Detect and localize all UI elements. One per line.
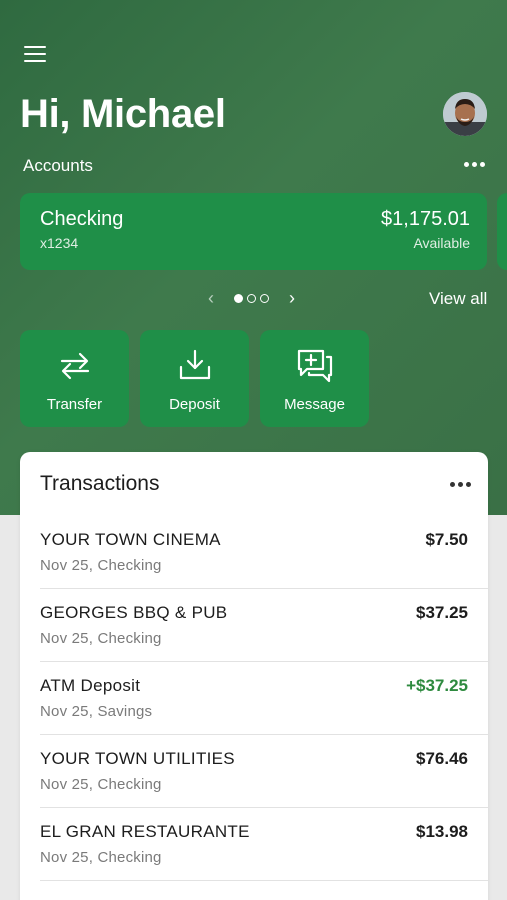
transaction-amount: $76.46 (416, 749, 468, 768)
transaction-name: GEORGES BBQ & PUB (40, 603, 228, 622)
account-card-next[interactable] (497, 193, 507, 270)
chevron-left-icon[interactable]: ‹ (204, 288, 218, 309)
account-name: Checking (40, 208, 124, 230)
account-number: x1234 (40, 235, 79, 251)
transaction-name: ATM Deposit (40, 676, 141, 695)
account-pager: ‹ › (204, 288, 299, 308)
transaction-row[interactable]: YOUR TOWN UTILITIES Nov 25, Checking $76… (20, 735, 488, 808)
transaction-name: YOUR TOWN CINEMA (40, 530, 221, 549)
transaction-row[interactable]: EL GRAN RESTAURANTE Nov 25, Checking $13… (20, 808, 488, 881)
row-divider (40, 880, 488, 881)
more-horizontal-icon[interactable] (464, 162, 485, 167)
transactions-title: Transactions (40, 472, 160, 495)
chevron-right-icon[interactable]: › (285, 288, 299, 309)
greeting-title: Hi, Michael (20, 92, 226, 136)
transaction-amount: $7.50 (425, 530, 468, 549)
download-tray-icon (179, 349, 210, 380)
transfer-label: Transfer (46, 396, 103, 413)
transaction-amount: $13.98 (416, 822, 468, 841)
transaction-amount: $37.25 (416, 603, 468, 622)
more-horizontal-icon[interactable] (450, 482, 471, 487)
view-all-link[interactable]: View all (429, 289, 487, 309)
account-card-checking[interactable]: Checking x1234 $1,175.01 Available (20, 193, 487, 270)
transaction-row[interactable]: YOUR TOWN CINEMA Nov 25, Checking $7.50 (20, 516, 488, 589)
transfer-arrows-icon (60, 352, 89, 380)
account-balance-label: Available (413, 235, 470, 251)
transaction-details: Nov 25, Checking (40, 630, 162, 647)
transaction-details: Nov 25, Savings (40, 703, 153, 720)
message-label: Message (284, 396, 345, 413)
transactions-card: Transactions YOUR TOWN CINEMA Nov 25, Ch… (20, 452, 488, 900)
message-button[interactable]: Message (260, 330, 369, 427)
hamburger-menu-icon[interactable] (24, 44, 46, 64)
accounts-label: Accounts (23, 156, 93, 175)
chat-plus-icon (297, 349, 332, 383)
pager-dot[interactable] (234, 293, 243, 303)
transaction-details: Nov 25, Checking (40, 849, 162, 866)
transaction-name: EL GRAN RESTAURANTE (40, 822, 250, 841)
account-balance: $1,175.01 (381, 208, 470, 230)
transfer-button[interactable]: Transfer (20, 330, 129, 427)
transaction-details: Nov 25, Checking (40, 776, 162, 793)
transaction-row[interactable]: GEORGES BBQ & PUB Nov 25, Checking $37.2… (20, 589, 488, 662)
deposit-button[interactable]: Deposit (140, 330, 249, 427)
transaction-amount: +$37.25 (406, 676, 468, 695)
transaction-details: Nov 25, Checking (40, 557, 162, 574)
pager-dot[interactable] (247, 293, 256, 303)
transaction-row[interactable]: ATM Deposit Nov 25, Savings +$37.25 (20, 662, 488, 735)
transaction-name: YOUR TOWN UTILITIES (40, 749, 235, 768)
user-avatar[interactable] (443, 92, 487, 136)
pager-dot[interactable] (260, 293, 269, 303)
deposit-label: Deposit (169, 396, 220, 413)
